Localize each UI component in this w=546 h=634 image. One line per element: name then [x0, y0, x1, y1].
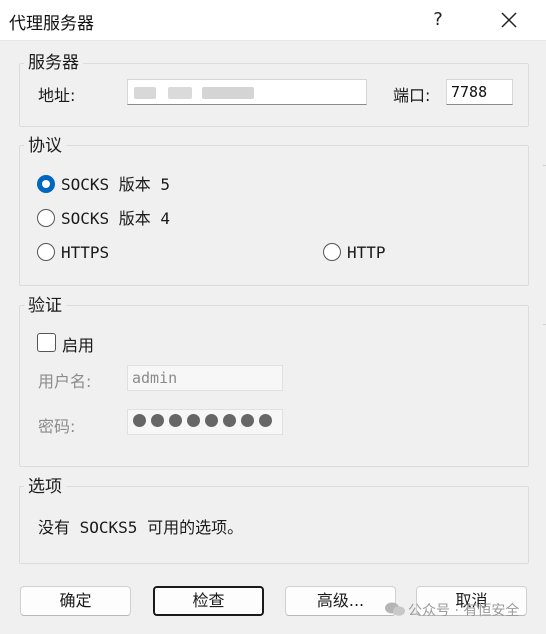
password-dot	[205, 414, 218, 427]
radio-https-indicator	[37, 243, 55, 261]
password-dot	[133, 414, 146, 427]
options-legend: 选项	[24, 477, 66, 497]
enable-auth-label: 启用	[62, 336, 95, 355]
username-label: 用户名:	[38, 372, 92, 391]
password-dot	[151, 414, 164, 427]
check-button[interactable]: 检查	[153, 586, 264, 616]
advanced-button[interactable]: 高级...	[285, 586, 396, 616]
port-input[interactable]: 7788	[446, 79, 513, 105]
watermark-text: 公众号 · 有恒安全	[408, 600, 519, 620]
auth-legend: 验证	[24, 296, 66, 316]
help-button[interactable]: ?	[424, 6, 452, 34]
radio-http-indicator	[323, 243, 341, 261]
radio-socks4-label: SOCKS 版本 4	[61, 209, 171, 228]
password-dot	[223, 414, 236, 427]
watermark-label: 公众号 · 有恒安全	[408, 603, 520, 619]
enable-auth-checkbox[interactable]	[37, 333, 56, 352]
password-mask	[133, 414, 277, 430]
username-input[interactable]: admin	[127, 365, 283, 391]
address-input[interactable]	[127, 79, 367, 105]
radio-socks5-label: SOCKS 版本 5	[61, 175, 171, 194]
radio-socks5-indicator	[37, 175, 55, 193]
radio-https-label: HTTPS	[61, 243, 110, 262]
options-message: 没有 SOCKS5 可用的选项。	[38, 518, 244, 537]
password-dot	[241, 414, 254, 427]
close-icon	[501, 12, 517, 28]
redacted-address	[134, 87, 156, 99]
redacted-address	[168, 87, 192, 99]
port-label: 端口:	[393, 86, 431, 105]
password-dot	[187, 414, 200, 427]
title-bar: 代理服务器 ?	[0, 0, 546, 41]
radio-socks4-indicator	[37, 209, 55, 227]
password-dot	[259, 414, 272, 427]
wechat-logo-icon	[385, 602, 405, 616]
server-legend: 服务器	[24, 53, 83, 73]
close-button[interactable]	[494, 6, 524, 34]
password-input[interactable]	[127, 409, 283, 435]
window-title: 代理服务器	[9, 14, 94, 34]
redacted-address	[202, 87, 254, 99]
password-dot	[169, 414, 182, 427]
password-label: 密码:	[38, 417, 76, 436]
protocol-legend: 协议	[24, 136, 66, 156]
address-label: 地址:	[38, 86, 76, 105]
ok-button[interactable]: 确定	[20, 586, 131, 616]
radio-http-label: HTTP	[347, 243, 386, 262]
